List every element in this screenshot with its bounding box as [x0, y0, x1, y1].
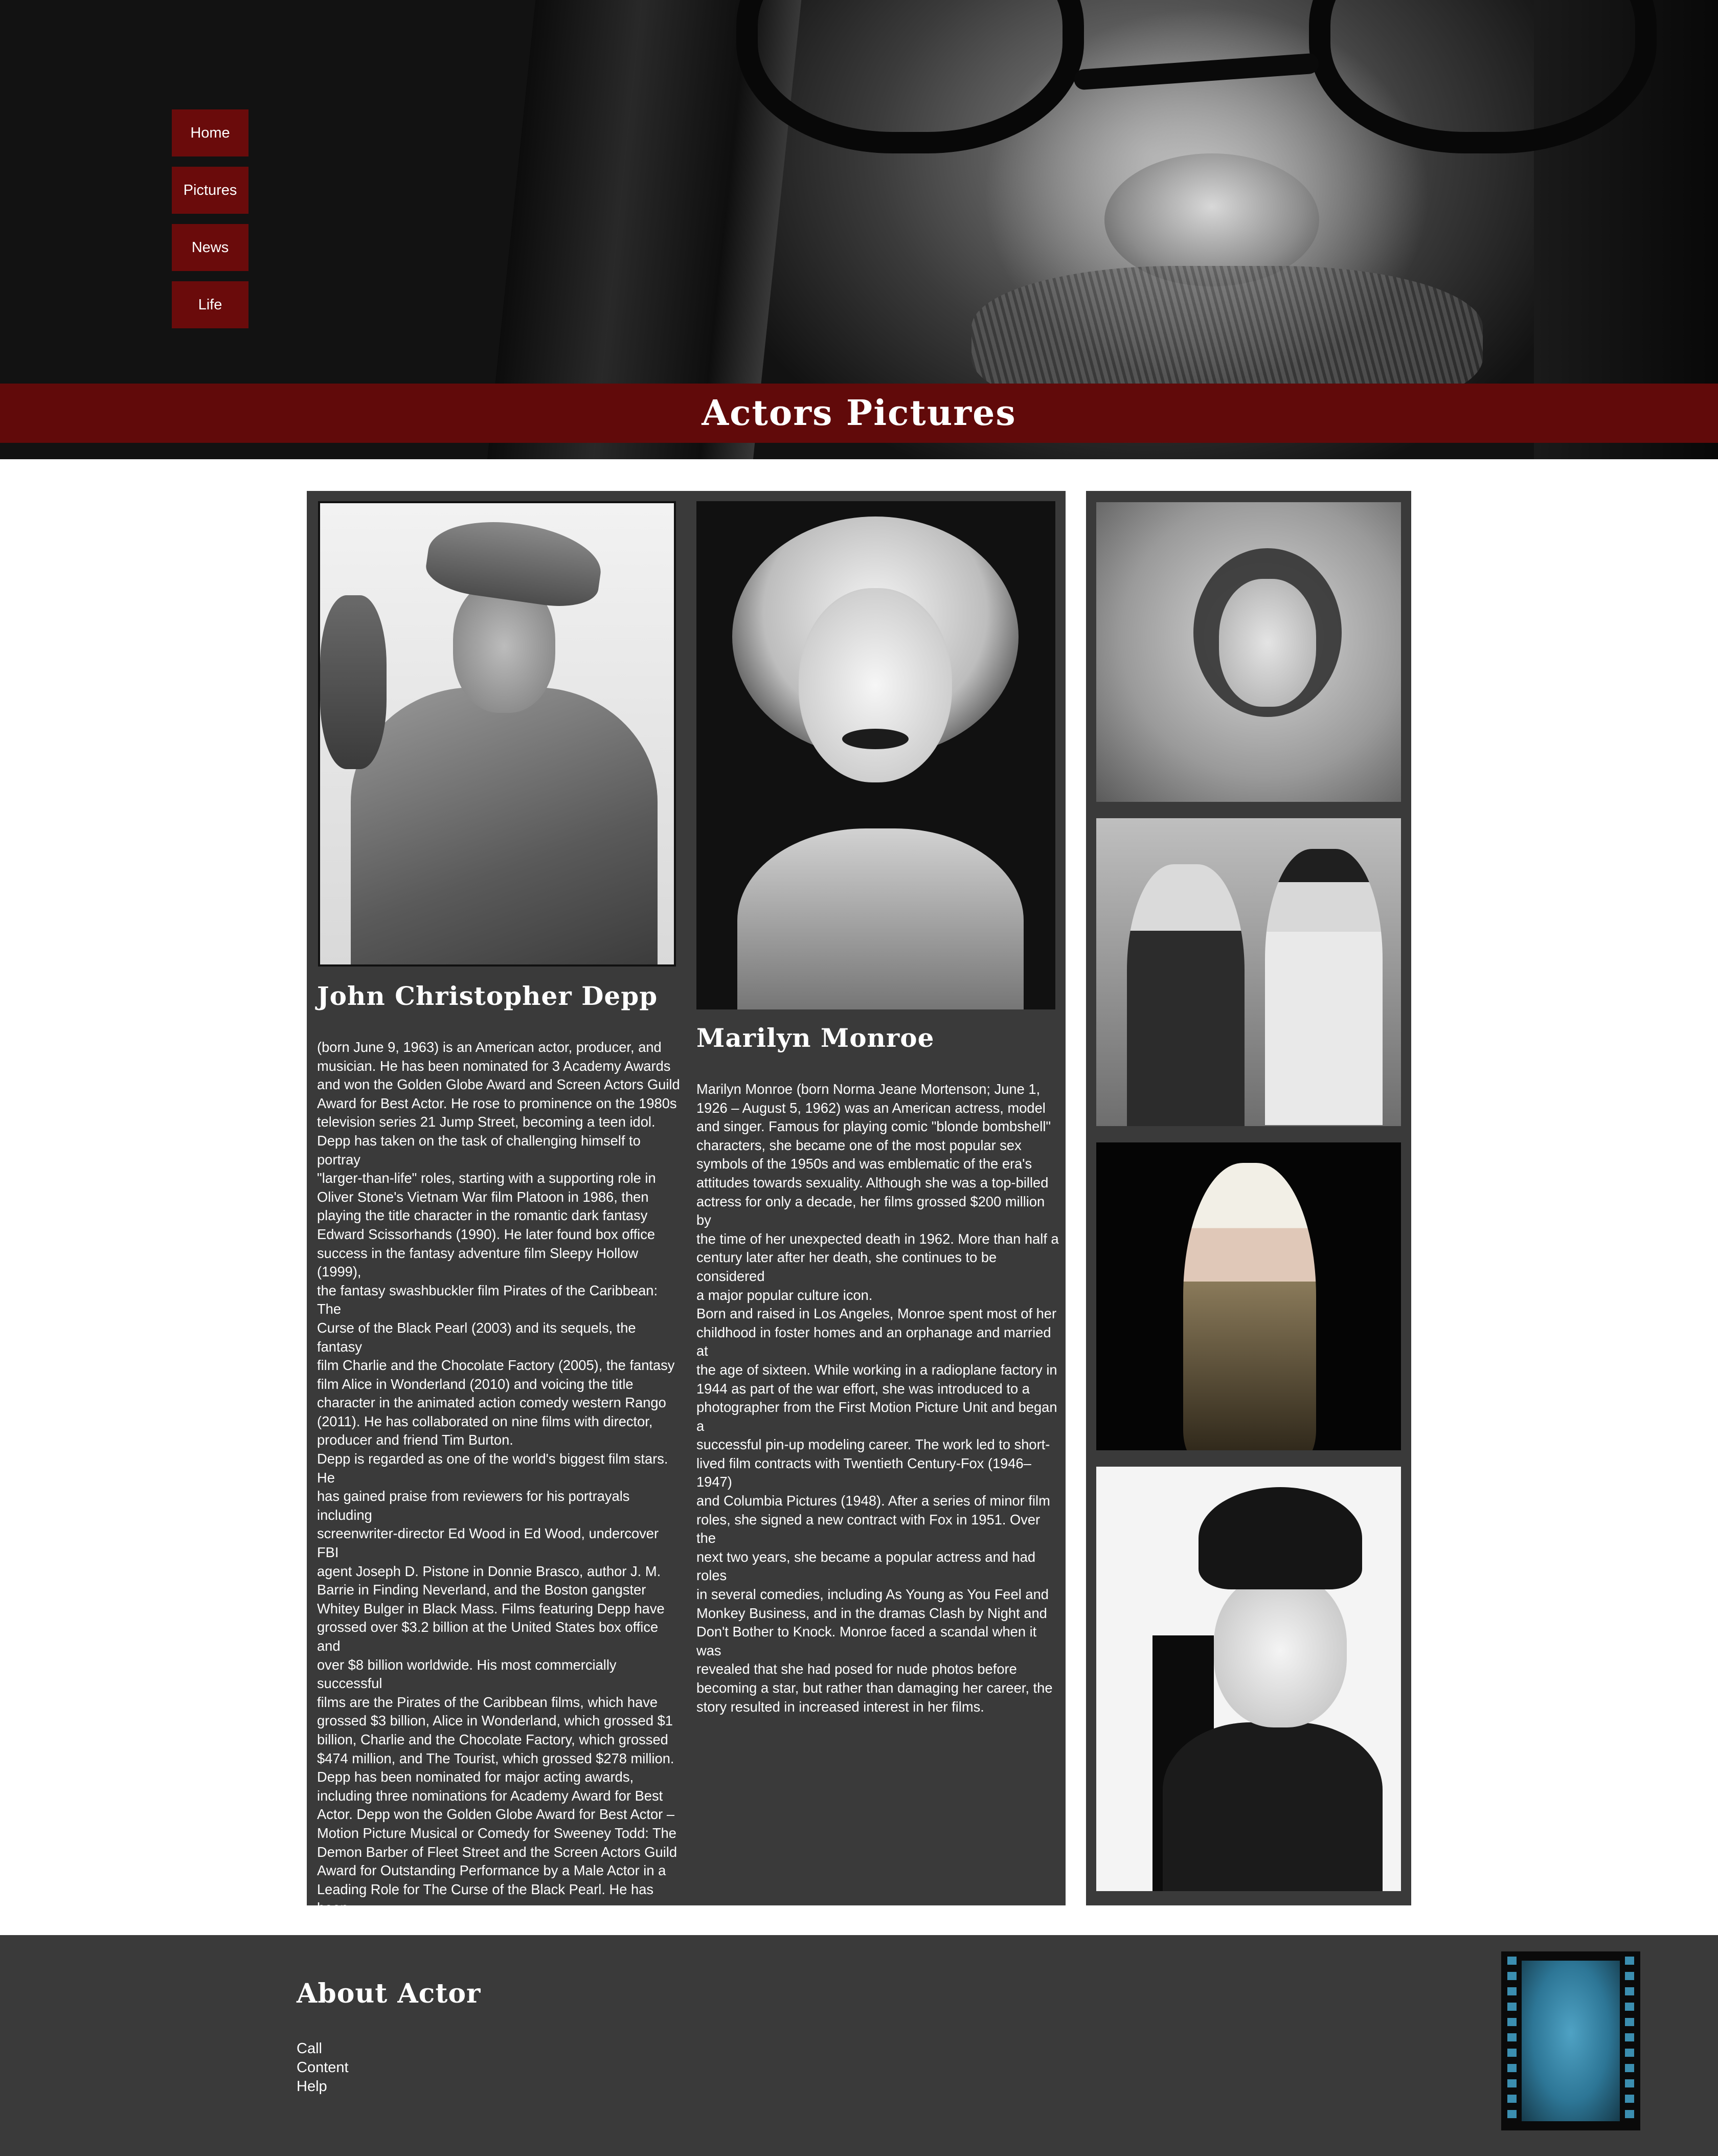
depp-bio: (born June 9, 1963) is an American actor… [317, 1039, 680, 1991]
main-nav: Home Pictures News Life [172, 109, 248, 339]
footer-link-help[interactable]: Help [297, 2077, 349, 2096]
nav-news[interactable]: News [172, 224, 248, 271]
film-strip-holes-right [1625, 1957, 1634, 2125]
page-title: Actors Pictures [0, 384, 1718, 443]
depp-photo-body [351, 687, 658, 964]
footer-link-content[interactable]: Content [297, 2058, 349, 2077]
monroe-name-heading: Marilyn Monroe [696, 1023, 935, 1053]
gallery-photo-2-man [1127, 864, 1245, 1126]
footer-links: Call Content Help [297, 2039, 349, 2096]
gallery-photo-4-hat [1199, 1487, 1362, 1589]
gallery-photo-3-figure [1183, 1163, 1316, 1450]
film-strip-icon [1501, 1951, 1640, 2130]
header-banner: Home Pictures News Life Actors Pictures [0, 0, 1718, 459]
gallery-photo-2-woman [1265, 849, 1383, 1125]
gallery-photo-4-coat [1163, 1722, 1383, 1891]
footer: About Actor Call Content Help [0, 1935, 1718, 2156]
footer-heading: About Actor [297, 1978, 481, 2009]
monroe-photo-face [799, 588, 952, 782]
gallery-photo-4-face [1214, 1574, 1347, 1727]
gallery-photo-1[interactable] [1096, 502, 1401, 802]
nav-pictures[interactable]: Pictures [172, 167, 248, 214]
film-strip-holes-left [1507, 1957, 1517, 2125]
gallery-photo-4[interactable] [1096, 1467, 1401, 1891]
depp-name-heading: John Christopher Depp [317, 981, 658, 1011]
gallery-photo-2[interactable] [1096, 818, 1401, 1126]
banner-photo-glasses-bridge [1073, 53, 1320, 91]
depp-photo[interactable] [318, 501, 676, 967]
monroe-bio: Marilyn Monroe (born Norma Jeane Mortens… [696, 1081, 1059, 1715]
gallery-photo-1-face [1219, 579, 1316, 707]
monroe-photo[interactable] [696, 501, 1055, 1009]
nav-life[interactable]: Life [172, 281, 248, 328]
footer-link-call[interactable]: Call [297, 2039, 349, 2058]
monroe-photo-lips [842, 729, 909, 749]
banner-photo-glasses-left [736, 0, 1084, 153]
gallery-photo-3[interactable] [1096, 1142, 1401, 1450]
nav-home[interactable]: Home [172, 109, 248, 156]
depp-photo-arm [320, 595, 387, 769]
depp-photo-hat [423, 512, 606, 612]
film-strip-frame [1522, 1961, 1620, 2121]
monroe-photo-shoulders [737, 828, 1024, 1009]
